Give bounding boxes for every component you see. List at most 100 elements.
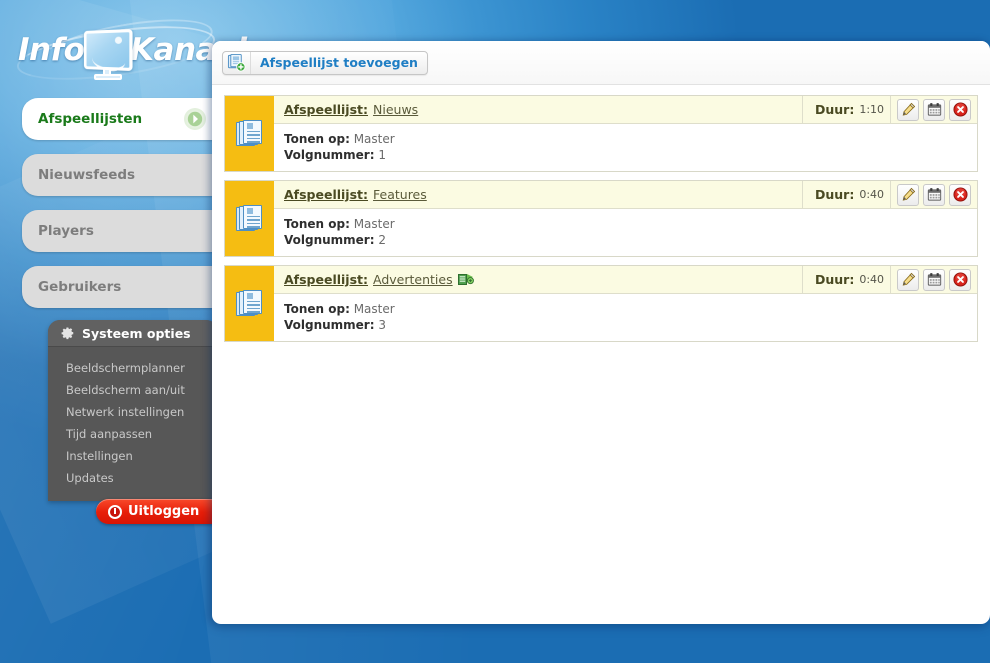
edit-button[interactable] [897, 183, 919, 206]
table-row[interactable]: Afspeellijst: Advertenties Duur: 0:40 To… [224, 265, 978, 342]
system-link-updates[interactable]: Updates [48, 467, 218, 489]
system-link-instellingen[interactable]: Instellingen [48, 445, 218, 467]
playlist-row-body: Tonen op: Master Volgnummer: 1 [274, 124, 977, 171]
monitor-icon [78, 28, 136, 82]
delete-button[interactable] [949, 98, 971, 121]
gear-icon [61, 326, 75, 340]
row-actions [890, 96, 977, 123]
system-link-tijd-aanpassen[interactable]: Tijd aanpassen [48, 423, 218, 445]
sequence-value: 1 [378, 148, 386, 162]
content-panel: Afspeellijst toevoegen Afspeellijst: Nie… [212, 41, 990, 624]
logout-button[interactable]: Uitloggen [96, 499, 218, 524]
sequence-line: Volgnummer: 2 [284, 232, 977, 248]
green-calendar-icon [457, 273, 474, 286]
sidebar-item-label: Nieuwsfeeds [38, 167, 136, 183]
documents-icon [236, 289, 263, 319]
playlist-name: Features [373, 187, 427, 202]
system-options-links: Beeldschermplanner Beeldscherm aan/uit N… [48, 347, 218, 501]
playlist-type-badge [225, 96, 274, 171]
duration-label: Duur: [815, 187, 855, 202]
sequence-line: Volgnummer: 3 [284, 317, 977, 333]
playlist-row-body: Tonen op: Master Volgnummer: 3 [274, 294, 977, 341]
edit-button[interactable] [897, 268, 919, 291]
system-options-title: Systeem opties [82, 325, 191, 341]
add-playlist-label: Afspeellijst toevoegen [260, 55, 418, 70]
table-row[interactable]: Afspeellijst: Features Duur: 0:40 Tonen … [224, 180, 978, 257]
sidebar-item-players[interactable]: Players [22, 210, 218, 252]
sidebar-item-label: Gebruikers [38, 279, 122, 295]
row-actions [890, 181, 977, 208]
show-on-value: Master [353, 132, 395, 146]
content-toolbar: Afspeellijst toevoegen [212, 41, 990, 85]
sequence-value: 2 [378, 233, 386, 247]
playlist-name: Advertenties [373, 272, 453, 287]
playlist-duration: Duur: 0:40 [802, 266, 890, 293]
system-link-beeldschermplanner[interactable]: Beeldschermplanner [48, 357, 218, 379]
playlist-title[interactable]: Afspeellijst: Advertenties [274, 266, 802, 293]
playlist-list: Afspeellijst: Nieuws Duur: 1:10 Tonen op… [212, 85, 990, 342]
playlist-title[interactable]: Afspeellijst: Features [274, 181, 802, 208]
playlist-row-header: Afspeellijst: Features Duur: 0:40 [274, 181, 977, 209]
sidebar-item-label: Players [38, 223, 94, 239]
playlist-title[interactable]: Afspeellijst: Nieuws [274, 96, 802, 123]
playlist-duration: Duur: 0:40 [802, 181, 890, 208]
playlist-row-main: Afspeellijst: Advertenties Duur: 0:40 To… [274, 266, 977, 341]
delete-button[interactable] [949, 183, 971, 206]
system-options-panel: Systeem opties Beeldschermplanner Beelds… [48, 320, 218, 501]
show-on-line: Tonen op: Master [284, 131, 977, 147]
show-on-value: Master [353, 217, 395, 231]
sequence-label: Volgnummer: [284, 318, 375, 332]
table-row[interactable]: Afspeellijst: Nieuws Duur: 1:10 Tonen op… [224, 95, 978, 172]
logout-label: Uitloggen [128, 504, 200, 519]
schedule-button[interactable] [923, 98, 945, 121]
sidebar-item-gebruikers[interactable]: Gebruikers [22, 266, 218, 308]
add-playlist-button[interactable]: Afspeellijst toevoegen [222, 50, 428, 75]
playlist-row-header: Afspeellijst: Nieuws Duur: 1:10 [274, 96, 977, 124]
playlist-row-body: Tonen op: Master Volgnummer: 2 [274, 209, 977, 256]
playlist-row-main: Afspeellijst: Features Duur: 0:40 Tonen … [274, 181, 977, 256]
power-icon [108, 504, 122, 519]
sequence-line: Volgnummer: 1 [284, 147, 977, 163]
documents-icon [236, 204, 263, 234]
system-options-header: Systeem opties [48, 320, 218, 347]
show-on-label: Tonen op: [284, 132, 350, 146]
show-on-line: Tonen op: Master [284, 301, 977, 317]
playlist-type-badge [225, 266, 274, 341]
system-link-netwerk-instellingen[interactable]: Netwerk instellingen [48, 401, 218, 423]
sidebar-item-label: Afspeellijsten [38, 111, 143, 127]
schedule-button[interactable] [923, 183, 945, 206]
playlist-name: Nieuws [373, 102, 419, 117]
sidebar-item-afspeellijsten[interactable]: Afspeellijsten [22, 98, 218, 140]
add-playlist-icon [223, 51, 251, 74]
chevron-right-icon [184, 108, 206, 130]
show-on-value: Master [353, 302, 395, 316]
documents-icon [236, 119, 263, 149]
show-on-line: Tonen op: Master [284, 216, 977, 232]
sequence-label: Volgnummer: [284, 233, 375, 247]
duration-value: 0:40 [859, 188, 885, 201]
duration-label: Duur: [815, 272, 855, 287]
playlist-label: Afspeellijst: [284, 102, 369, 117]
playlist-duration: Duur: 1:10 [802, 96, 890, 123]
row-actions [890, 266, 977, 293]
duration-value: 0:40 [859, 273, 885, 286]
playlist-type-badge [225, 181, 274, 256]
edit-button[interactable] [897, 98, 919, 121]
duration-value: 1:10 [859, 103, 885, 116]
playlist-label: Afspeellijst: [284, 187, 369, 202]
sidebar-item-nieuwsfeeds[interactable]: Nieuwsfeeds [22, 154, 218, 196]
duration-label: Duur: [815, 102, 855, 117]
sidebar: Afspeellijsten Nieuwsfeeds Players Gebru… [22, 98, 218, 322]
sequence-value: 3 [378, 318, 386, 332]
logo-word-info: Info [18, 32, 85, 68]
app-logo: Info Kanaal [13, 9, 247, 90]
delete-button[interactable] [949, 268, 971, 291]
show-on-label: Tonen op: [284, 302, 350, 316]
playlist-label: Afspeellijst: [284, 272, 369, 287]
system-link-beeldscherm-aan-uit[interactable]: Beeldscherm aan/uit [48, 379, 218, 401]
sequence-label: Volgnummer: [284, 148, 375, 162]
schedule-button[interactable] [923, 268, 945, 291]
playlist-row-main: Afspeellijst: Nieuws Duur: 1:10 Tonen op… [274, 96, 977, 171]
show-on-label: Tonen op: [284, 217, 350, 231]
playlist-row-header: Afspeellijst: Advertenties Duur: 0:40 [274, 266, 977, 294]
